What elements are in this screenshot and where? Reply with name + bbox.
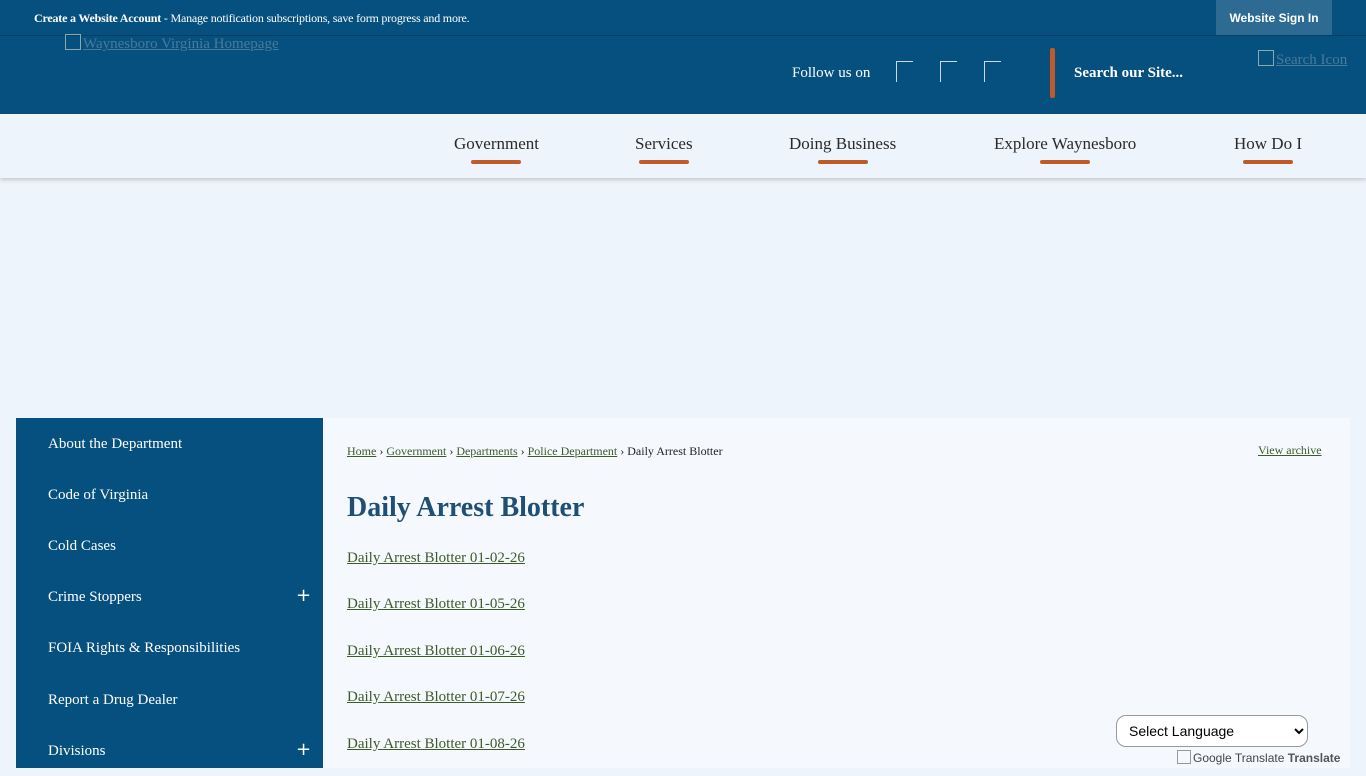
- youtube-icon[interactable]: [984, 61, 1001, 82]
- sidebar-item-label: About the Department: [48, 436, 183, 452]
- logo-alt-text: Waynesboro Virginia Homepage: [83, 36, 279, 52]
- breadcrumb-separator: ›: [520, 444, 525, 458]
- sidebar-item-label: Divisions: [48, 743, 106, 759]
- translate-label: Translate: [1287, 751, 1341, 765]
- page-title: Daily Arrest Blotter: [347, 492, 585, 523]
- sidebar-item-divisions[interactable]: Divisions +: [16, 725, 323, 776]
- notification-text: - Manage notification subscriptions, sav…: [161, 11, 470, 25]
- blotter-link[interactable]: Daily Arrest Blotter 01-05-26: [347, 596, 525, 613]
- blotter-link[interactable]: Daily Arrest Blotter 01-08-26: [347, 736, 525, 753]
- breadcrumb-separator: ›: [379, 444, 384, 458]
- sidebar-item-crime-stoppers[interactable]: Crime Stoppers +: [16, 571, 323, 622]
- search-icon[interactable]: Search Icon: [1258, 50, 1347, 69]
- nav-item-government[interactable]: Government: [454, 134, 539, 164]
- nav-item-explore-waynesboro[interactable]: Explore Waynesboro: [994, 134, 1136, 164]
- breadcrumb-separator: ›: [449, 444, 454, 458]
- nav-label: Government: [454, 134, 539, 153]
- broken-image-icon: [1177, 750, 1191, 764]
- nav-underline: [638, 160, 689, 164]
- nav-underline: [1040, 160, 1091, 164]
- notification-message: Create a Website Account - Manage notifi…: [34, 11, 470, 26]
- breadcrumb-separator: ›: [620, 444, 625, 458]
- facebook-icon[interactable]: [896, 61, 913, 82]
- twitter-icon[interactable]: [940, 61, 957, 82]
- sidebar-item-foia-rights[interactable]: FOIA Rights & Responsibilities: [16, 622, 323, 673]
- nav-label: Explore Waynesboro: [994, 134, 1137, 153]
- nav-label: Services: [635, 134, 693, 153]
- sidebar-item-label: FOIA Rights & Responsibilities: [48, 640, 241, 656]
- sidebar-item-label: Crime Stoppers: [48, 589, 142, 605]
- blotter-link[interactable]: Daily Arrest Blotter 01-07-26: [347, 689, 525, 706]
- create-account-link[interactable]: Create a Website Account: [34, 11, 161, 25]
- sidebar-item-label: Report a Drug Dealer: [48, 692, 178, 708]
- search-icon-alt-text: Search Icon: [1276, 52, 1348, 68]
- nav-item-doing-business[interactable]: Doing Business: [789, 134, 896, 164]
- breadcrumb: Home › Government › Departments › Police…: [347, 444, 723, 459]
- nav-underline: [471, 160, 522, 164]
- view-archive-link[interactable]: View archive: [1258, 443, 1322, 458]
- google-translate-alt: Google Translate: [1193, 751, 1285, 765]
- website-sign-in-button[interactable]: Website Sign In: [1216, 0, 1332, 35]
- nav-item-how-do-i[interactable]: How Do I: [1234, 134, 1302, 164]
- nav-label: How Do I: [1234, 134, 1302, 153]
- search-divider: [1050, 48, 1055, 98]
- breadcrumb-home[interactable]: Home: [347, 444, 376, 458]
- language-select[interactable]: Select Language: [1116, 715, 1308, 747]
- sidebar-menu: About the Department Code of Virginia Co…: [16, 418, 323, 768]
- main-navigation: Government Services Doing Business Explo…: [0, 114, 1366, 178]
- broken-image-icon: [1258, 50, 1274, 66]
- homepage-logo-link[interactable]: Waynesboro Virginia Homepage: [65, 34, 279, 53]
- site-search-input[interactable]: [1062, 58, 1266, 88]
- blotter-link[interactable]: Daily Arrest Blotter 01-02-26: [347, 550, 525, 567]
- sidebar-item-code-of-virginia[interactable]: Code of Virginia: [16, 469, 323, 520]
- sidebar-item-report-a-drug-dealer[interactable]: Report a Drug Dealer: [16, 674, 323, 725]
- broken-image-icon: [65, 34, 81, 50]
- breadcrumb-government[interactable]: Government: [386, 444, 446, 458]
- sidebar-item-label: Cold Cases: [48, 538, 116, 554]
- nav-underline: [817, 160, 868, 164]
- follow-us-label: Follow us on: [792, 65, 871, 81]
- google-translate-attribution[interactable]: Google Translate Translate: [1177, 750, 1340, 765]
- notification-bar: Create a Website Account - Manage notifi…: [0, 0, 1366, 36]
- breadcrumb-police-department[interactable]: Police Department: [528, 444, 618, 458]
- breadcrumb-current: Daily Arrest Blotter: [627, 444, 723, 458]
- expand-plus-icon[interactable]: +: [296, 739, 311, 760]
- blotter-link[interactable]: Daily Arrest Blotter 01-06-26: [347, 643, 525, 660]
- expand-plus-icon[interactable]: +: [296, 585, 311, 606]
- breadcrumb-departments[interactable]: Departments: [456, 444, 517, 458]
- nav-underline: [1243, 160, 1293, 164]
- nav-item-services[interactable]: Services: [635, 134, 693, 164]
- sidebar-item-about-the-department[interactable]: About the Department: [16, 418, 323, 469]
- nav-label: Doing Business: [789, 134, 897, 153]
- site-header: Waynesboro Virginia Homepage Follow us o…: [0, 34, 1366, 114]
- sidebar-item-cold-cases[interactable]: Cold Cases: [16, 520, 323, 571]
- sidebar-item-label: Code of Virginia: [48, 487, 149, 503]
